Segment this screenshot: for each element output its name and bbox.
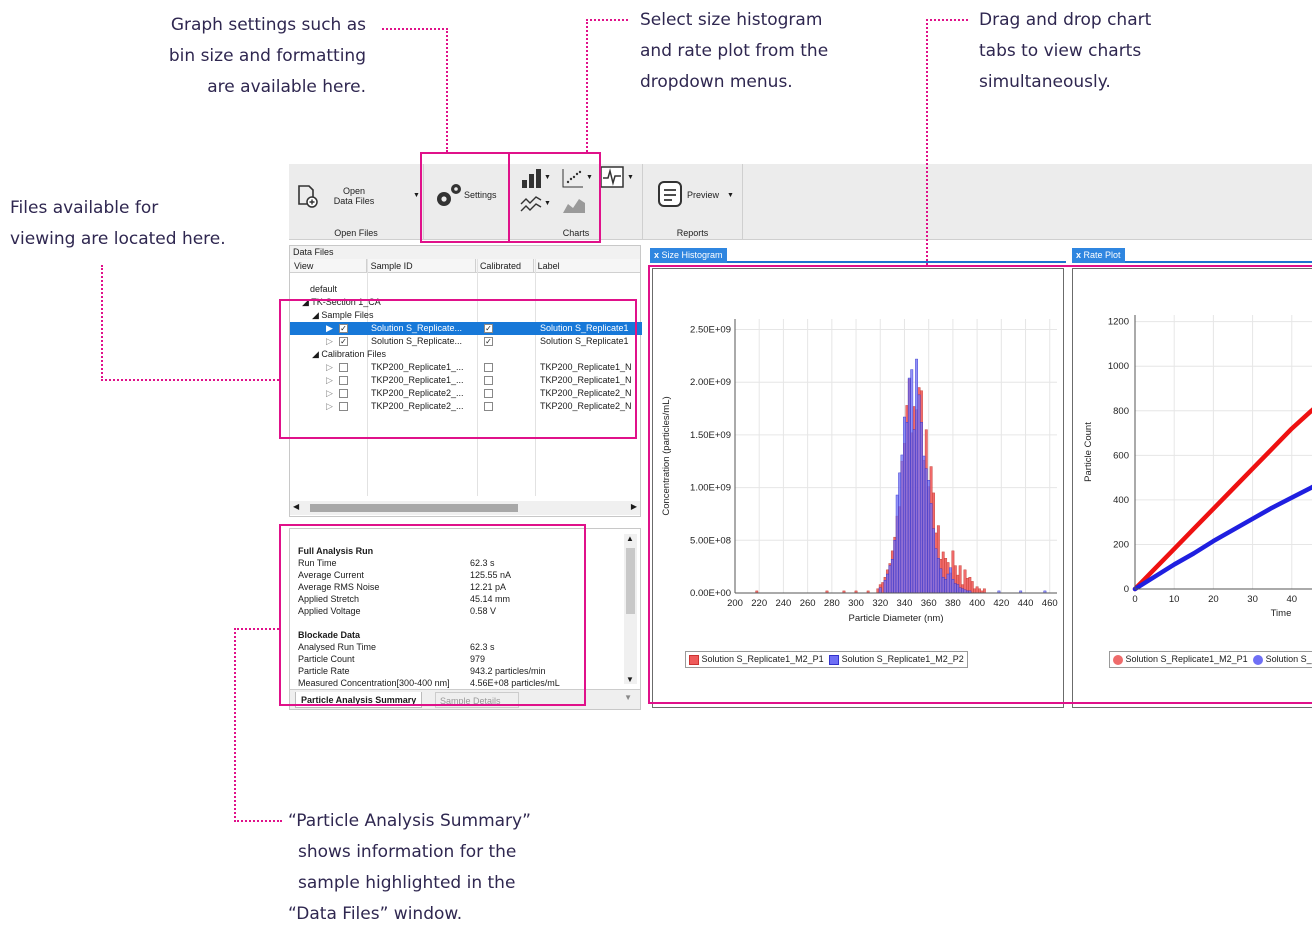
ribbon-group-reports: Preview ▼ Reports xyxy=(643,164,743,240)
data-files-title: Data Files xyxy=(290,246,640,259)
annotation-select-size: Select size histogram and rate plot from… xyxy=(640,5,828,98)
leader-line xyxy=(234,628,236,822)
annotation-line: tabs to view charts xyxy=(979,41,1142,61)
tab-rate-plot[interactable]: x Rate Plot xyxy=(1072,248,1125,263)
annotation-line: “Particle Analysis Summary” xyxy=(288,811,531,831)
leader-line xyxy=(101,265,103,381)
annotation-line: dropdown menus. xyxy=(640,72,793,92)
annotation-line: Graph settings such as xyxy=(170,15,366,35)
dropdown-arrow-icon[interactable]: ▼ xyxy=(624,693,632,702)
annotation-line: bin size and formatting xyxy=(168,46,366,66)
scrollbar-thumb[interactable] xyxy=(310,504,518,512)
annotation-line: “Data Files” window. xyxy=(288,904,463,924)
leader-line xyxy=(586,19,628,21)
annotation-line: shows information for the xyxy=(298,842,517,862)
open-data-files-button[interactable]: Open Data Files xyxy=(333,186,375,206)
annotation-files-available: Files available for viewing are located … xyxy=(10,193,226,255)
preview-document-icon[interactable] xyxy=(657,180,683,210)
reports-group-label: Reports xyxy=(676,228,709,238)
tab-size-histogram[interactable]: x Size Histogram xyxy=(650,248,727,263)
data-files-header: View Sample ID Calibrated Label xyxy=(290,259,640,273)
highlight-summary xyxy=(279,524,586,706)
annotation-line: sample highlighted in the xyxy=(298,873,516,893)
annotation-line: are available here. xyxy=(207,77,366,97)
pulse-chart-icon[interactable] xyxy=(600,166,624,190)
column-header-label[interactable]: Label xyxy=(534,259,640,272)
annotation-line: and rate plot from the xyxy=(640,41,829,61)
dropdown-arrow-icon[interactable]: ▼ xyxy=(413,192,420,199)
leader-line xyxy=(446,28,448,152)
leader-line xyxy=(382,28,448,30)
column-header-view[interactable]: View xyxy=(290,259,367,272)
close-tab-icon[interactable]: x xyxy=(654,250,659,260)
tree-item-default[interactable]: default xyxy=(290,283,642,296)
leader-line xyxy=(926,19,968,21)
size-histogram-tabbar: x Size Histogram xyxy=(650,245,1066,263)
scroll-down-icon[interactable]: ▼ xyxy=(626,675,634,684)
leader-line xyxy=(926,19,928,265)
scroll-left-icon[interactable]: ◀ xyxy=(293,502,299,511)
dropdown-arrow-icon[interactable]: ▼ xyxy=(727,192,734,199)
leader-line xyxy=(234,628,279,630)
dropdown-arrow-icon[interactable]: ▼ xyxy=(627,174,634,181)
annotation-line: simultaneously. xyxy=(979,72,1111,92)
scroll-right-icon[interactable]: ▶ xyxy=(631,502,637,511)
column-header-sample-id[interactable]: Sample ID xyxy=(367,259,476,272)
scroll-up-icon[interactable]: ▲ xyxy=(626,534,634,543)
highlight-chart-area xyxy=(648,265,1312,704)
annotation-drag-drop: Drag and drop chart tabs to view charts … xyxy=(979,5,1151,98)
preview-button[interactable]: Preview xyxy=(687,190,719,200)
annotation-graph-settings: Graph settings such as bin size and form… xyxy=(132,10,366,103)
annotation-particle-summary: “Particle Analysis Summary” shows inform… xyxy=(288,806,531,930)
annotation-line: viewing are located here. xyxy=(10,229,226,249)
leader-line xyxy=(101,379,279,381)
column-header-calibrated[interactable]: Calibrated xyxy=(476,259,534,272)
rate-plot-tabbar: x Rate Plot xyxy=(1072,245,1312,263)
scrollbar-thumb[interactable] xyxy=(626,548,635,614)
highlight-settings xyxy=(420,152,510,243)
leader-line xyxy=(234,820,282,822)
annotation-line: Select size histogram xyxy=(640,10,823,30)
highlight-data-files xyxy=(279,299,637,439)
leader-line xyxy=(586,19,588,152)
tab-label: Size Histogram xyxy=(661,250,723,260)
vertical-scrollbar[interactable]: ▲ ▼ xyxy=(624,534,637,684)
ribbon-group-open-files: Open Data Files ▼ Open Files xyxy=(289,164,424,240)
open-file-icon[interactable] xyxy=(297,184,319,210)
close-tab-icon[interactable]: x xyxy=(1076,250,1081,260)
annotation-line: Drag and drop chart xyxy=(979,10,1152,30)
horizontal-scrollbar[interactable]: ◀ ▶ xyxy=(290,501,640,515)
highlight-charts xyxy=(508,152,601,243)
tab-label: Rate Plot xyxy=(1083,250,1121,260)
annotation-line: Files available for xyxy=(10,198,159,218)
open-files-group-label: Open Files xyxy=(334,228,378,238)
